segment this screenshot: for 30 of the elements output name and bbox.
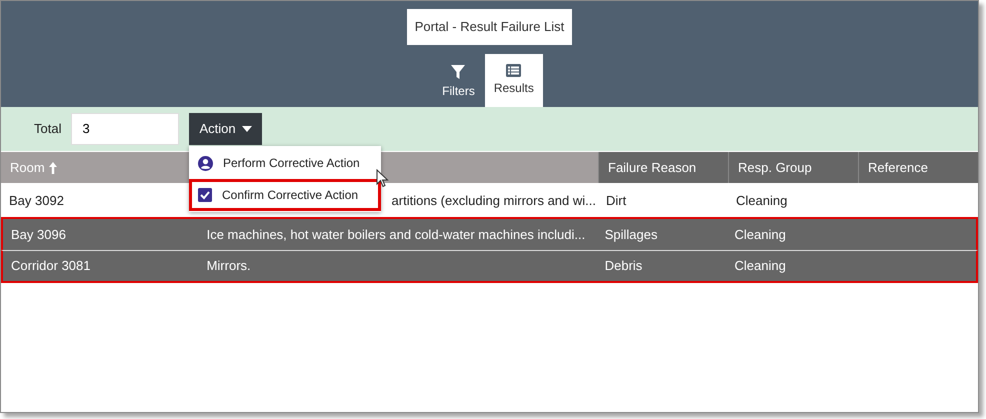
list-icon <box>506 64 522 77</box>
selected-row[interactable]: Corridor 3081 Mirrors. Debris Cleaning <box>1 250 978 283</box>
table-cell-text: Cleaning <box>734 226 786 244</box>
column-header[interactable]: Reference <box>858 152 978 183</box>
total-field[interactable]: 3 <box>71 113 180 145</box>
total-label: Total <box>34 120 62 138</box>
tab[interactable]: Results <box>484 54 543 107</box>
tab[interactable]: Filters <box>436 54 481 107</box>
table-cell-text: artitions (excluding mirrors and wi... <box>392 192 596 210</box>
column-header[interactable]: Resp. Group <box>728 152 858 183</box>
caret-icon <box>242 126 252 132</box>
table-cell-text: Cleaning <box>734 257 786 276</box>
table-cell-text: Mirrors. <box>206 257 251 276</box>
checkbox-icon <box>198 188 212 202</box>
table-cell-text: Bay 3092 <box>9 192 64 210</box>
table-cell-text: Corridor 3081 <box>11 257 90 276</box>
sort-arrow-icon <box>48 162 57 174</box>
table-cell-text: Bay 3096 <box>11 226 66 244</box>
user-icon <box>198 156 213 170</box>
action-button[interactable]: Action <box>189 113 262 145</box>
table-cell-text: Spillages <box>604 226 658 244</box>
filter-icon <box>450 64 466 80</box>
table-cell-text: Debris <box>604 257 642 276</box>
table-cell-text: Ice machines, hot water boilers and cold-water machines includi... <box>206 226 586 244</box>
menu-item[interactable]: Confirm Corrective Action <box>189 179 381 211</box>
window-title: Portal - Result Failure List <box>406 9 572 45</box>
selected-row[interactable]: Bay 3096 Ice machines, hot water boilers and cold-water machines includi... Spillages Cleaning <box>1 217 978 250</box>
table-cell-text: Cleaning <box>736 192 788 210</box>
table-cell-text: Dirt <box>606 192 626 210</box>
column-header[interactable]: Failure Reason <box>598 152 728 183</box>
